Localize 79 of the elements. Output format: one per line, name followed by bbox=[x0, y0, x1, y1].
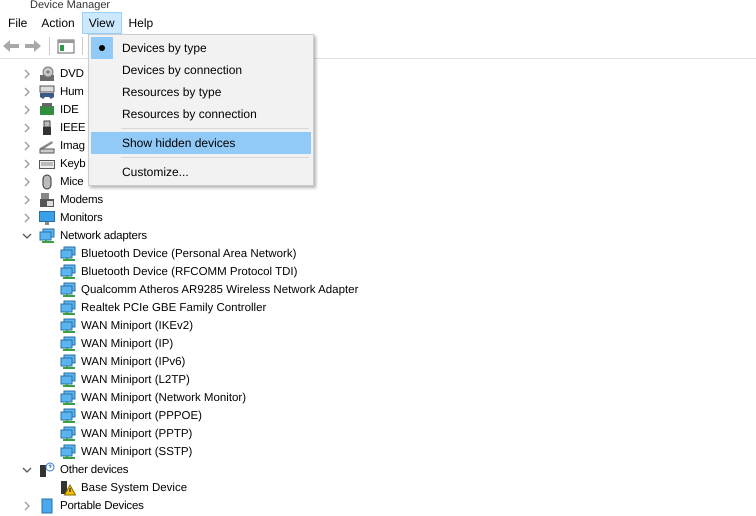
fax-icon bbox=[39, 192, 55, 208]
menu-option[interactable]: Customize... bbox=[91, 161, 311, 183]
monitor-icon bbox=[39, 210, 55, 226]
tree-item[interactable]: Mice bbox=[60, 176, 84, 188]
radio-dot-icon bbox=[99, 45, 105, 51]
expand-chevron-icon[interactable] bbox=[22, 141, 32, 151]
disc-drive-icon bbox=[39, 66, 55, 82]
tree-item[interactable]: WAN Miniport (IPv6) bbox=[81, 356, 186, 368]
tree-item[interactable]: Base System Device bbox=[81, 482, 188, 494]
menu-option[interactable]: Show hidden devices bbox=[91, 132, 311, 154]
tree-item[interactable]: WAN Miniport (Network Monitor) bbox=[81, 392, 246, 404]
network-icon bbox=[60, 354, 76, 370]
tree-item[interactable]: Other devices bbox=[60, 464, 128, 476]
tree-item[interactable]: Bluetooth Device (RFCOMM Protocol TDI) bbox=[81, 266, 298, 278]
tree-item[interactable]: WAN Miniport (SSTP) bbox=[81, 446, 192, 458]
network-icon bbox=[60, 318, 76, 334]
tree-item[interactable]: WAN Miniport (IKEv2) bbox=[81, 320, 194, 332]
menu-item[interactable]: View bbox=[82, 12, 122, 34]
expand-chevron-icon[interactable] bbox=[22, 159, 32, 169]
tree-item[interactable]: IDE bbox=[60, 104, 79, 116]
menu-option-label: Devices by connection bbox=[122, 63, 242, 77]
network-icon bbox=[60, 444, 76, 460]
collapse-chevron-icon[interactable] bbox=[22, 231, 32, 241]
expand-chevron-icon[interactable] bbox=[22, 177, 32, 187]
network-icon bbox=[60, 372, 76, 388]
tree-item[interactable]: WAN Miniport (L2TP) bbox=[81, 374, 190, 386]
tree-item[interactable]: Portable Devices bbox=[60, 500, 144, 512]
collapse-chevron-icon[interactable] bbox=[22, 465, 32, 475]
tree-item[interactable]: Bluetooth Device (Personal Area Network) bbox=[81, 248, 296, 260]
tree-item[interactable]: Realtek PCIe GBE Family Controller bbox=[81, 302, 266, 314]
tree-item[interactable]: WAN Miniport (PPTP) bbox=[81, 428, 192, 440]
tree-item[interactable]: WAN Miniport (IP) bbox=[81, 338, 174, 350]
expand-chevron-icon[interactable] bbox=[22, 213, 32, 223]
tree-item[interactable]: IEEE bbox=[60, 122, 86, 134]
network-icon bbox=[60, 282, 76, 298]
console-tree-icon[interactable] bbox=[57, 38, 75, 54]
menu-option-label: Customize... bbox=[122, 165, 189, 179]
menu-option[interactable]: Resources by type bbox=[91, 81, 311, 103]
menu-option-label: Show hidden devices bbox=[122, 136, 236, 150]
network-icon bbox=[60, 426, 76, 442]
menu-item[interactable]: Help bbox=[122, 12, 160, 34]
tree-item[interactable]: WAN Miniport (PPPOE) bbox=[81, 410, 202, 422]
menu-option[interactable]: Devices by connection bbox=[91, 59, 311, 81]
expand-chevron-icon[interactable] bbox=[22, 69, 32, 79]
portable-device-icon bbox=[39, 498, 55, 514]
menu-option-label: Resources by type bbox=[122, 85, 222, 99]
network-icon bbox=[60, 408, 76, 424]
tree-item[interactable]: Imag bbox=[60, 140, 85, 152]
network-icon bbox=[39, 228, 55, 244]
expand-chevron-icon[interactable] bbox=[22, 87, 32, 97]
tree-item[interactable]: Hum bbox=[60, 86, 84, 98]
tree-item[interactable]: Keyb bbox=[60, 158, 86, 170]
menu-option-label: Devices by type bbox=[122, 41, 207, 55]
expand-chevron-icon[interactable] bbox=[22, 195, 32, 205]
network-icon bbox=[60, 390, 76, 406]
menu-option-label: Resources by connection bbox=[122, 107, 257, 121]
menu-option[interactable]: Devices by type bbox=[91, 37, 311, 59]
forward-arrow-icon[interactable] bbox=[24, 38, 42, 54]
unknown-device-icon bbox=[39, 462, 55, 478]
network-icon bbox=[60, 264, 76, 280]
menu-option[interactable]: Resources by connection bbox=[91, 103, 311, 125]
network-icon bbox=[60, 336, 76, 352]
tree-item[interactable]: Network adapters bbox=[60, 230, 147, 242]
tree-item[interactable]: Qualcomm Atheros AR9285 Wireless Network Adapter bbox=[81, 284, 358, 296]
menu-item[interactable]: File bbox=[1, 12, 34, 34]
warning-device-icon bbox=[60, 480, 76, 496]
network-icon bbox=[60, 246, 76, 262]
menu-item[interactable]: Action bbox=[34, 12, 82, 34]
expand-chevron-icon[interactable] bbox=[22, 105, 32, 115]
scanner-icon bbox=[39, 138, 55, 154]
network-icon bbox=[60, 300, 76, 316]
tree-item[interactable]: Monitors bbox=[60, 212, 102, 224]
expand-chevron-icon[interactable] bbox=[22, 123, 32, 133]
circuit-board-icon bbox=[39, 102, 55, 118]
window-title: Device Manager bbox=[29, 0, 112, 11]
expand-chevron-icon[interactable] bbox=[22, 501, 32, 511]
tree-item[interactable]: Modems bbox=[60, 194, 103, 206]
tree-item[interactable]: DVD bbox=[60, 68, 84, 80]
back-arrow-icon[interactable] bbox=[2, 38, 20, 54]
